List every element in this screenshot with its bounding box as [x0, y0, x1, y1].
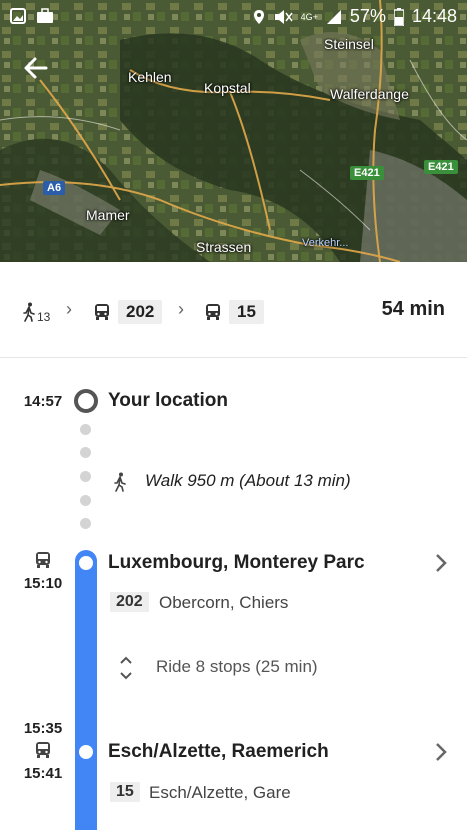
- arrival-time: 15:35: [23, 720, 63, 737]
- walk-instruction[interactable]: Walk 950 m (About 13 min): [145, 471, 351, 491]
- bus-icon: [95, 304, 109, 320]
- chevron-right-icon[interactable]: [431, 742, 451, 762]
- boarding-stop-name[interactable]: Luxembourg, Monterey Parc: [108, 552, 365, 574]
- departure-time-2: 15:41: [23, 765, 63, 782]
- walk-minutes: 13: [37, 310, 51, 324]
- road-badge-e421-2: E421: [424, 160, 458, 174]
- origin-name[interactable]: Your location: [108, 390, 228, 412]
- bus-icon: [206, 304, 220, 320]
- walk-dot: [80, 495, 91, 506]
- summary-bus-202: 202: [94, 300, 163, 324]
- expand-stops-icon[interactable]: [119, 655, 133, 681]
- bus-icon: [36, 742, 50, 758]
- walk-icon: [23, 302, 35, 322]
- chevron-right-icon[interactable]: [431, 553, 451, 573]
- map-label-strassen: Strassen: [196, 239, 252, 255]
- summary-bus-15: 15: [205, 300, 264, 324]
- origin-time: 14:57: [23, 393, 63, 410]
- walk-dot: [80, 471, 91, 482]
- map-label-mamer: Mamer: [86, 207, 130, 223]
- stop-marker: [79, 556, 93, 570]
- ride-stops-summary[interactable]: Ride 8 stops (25 min): [156, 657, 318, 677]
- status-bar: 4G+ 57% 14:48: [0, 0, 467, 34]
- walk-dot: [80, 447, 91, 458]
- road-badge-a6: A6: [43, 181, 66, 195]
- image-icon: [10, 8, 26, 24]
- origin-marker: [74, 389, 98, 413]
- road-badge-e421: E421: [350, 166, 384, 180]
- transit-route-line: [75, 550, 97, 830]
- stop-marker: [79, 745, 93, 759]
- bus-line-badge: 202: [110, 592, 149, 612]
- bus-line-badge: 15: [229, 300, 264, 324]
- battery-percent: 57%: [349, 6, 386, 26]
- back-arrow-icon[interactable]: [20, 52, 52, 84]
- transfer-stop-name[interactable]: Esch/Alzette, Raemerich: [108, 741, 329, 763]
- signal-icon: [326, 9, 341, 24]
- mute-icon: [274, 9, 293, 24]
- walk-dot: [80, 518, 91, 529]
- walk-icon: [114, 472, 126, 492]
- walk-dot: [80, 424, 91, 435]
- route-summary: 13 › 202 › 15 54 min: [0, 262, 467, 358]
- location-icon: [253, 9, 264, 24]
- battery-icon: [393, 7, 404, 26]
- summary-walk: 13: [22, 300, 50, 324]
- shopping-bag-icon: [37, 8, 53, 23]
- network-type: 4G+: [300, 11, 318, 22]
- bus-line-badge: 202: [118, 300, 163, 324]
- map-view[interactable]: 4G+ 57% 14:48 Steinsel Kehlen Kopstal Wa…: [0, 0, 467, 262]
- bus-direction: Obercorn, Chiers: [159, 593, 289, 612]
- clock: 14:48: [411, 6, 457, 26]
- map-label-kehlen: Kehlen: [128, 69, 172, 85]
- total-duration: 54 min: [381, 298, 445, 320]
- departure-time: 15:10: [23, 575, 63, 592]
- satellite-imagery: [0, 0, 467, 262]
- bus-icon: [36, 552, 50, 568]
- chevron-right-icon: ›: [66, 299, 72, 319]
- map-label-steinsel: Steinsel: [324, 36, 374, 52]
- bus-direction: Esch/Alzette, Gare: [149, 783, 291, 802]
- chevron-right-icon: ›: [178, 299, 184, 319]
- bus-line-badge: 15: [110, 782, 140, 802]
- map-label-kopstal: Kopstal: [204, 80, 251, 96]
- map-label-traffic: Verkehr...: [302, 237, 349, 249]
- map-label-walferdange: Walferdange: [330, 86, 409, 102]
